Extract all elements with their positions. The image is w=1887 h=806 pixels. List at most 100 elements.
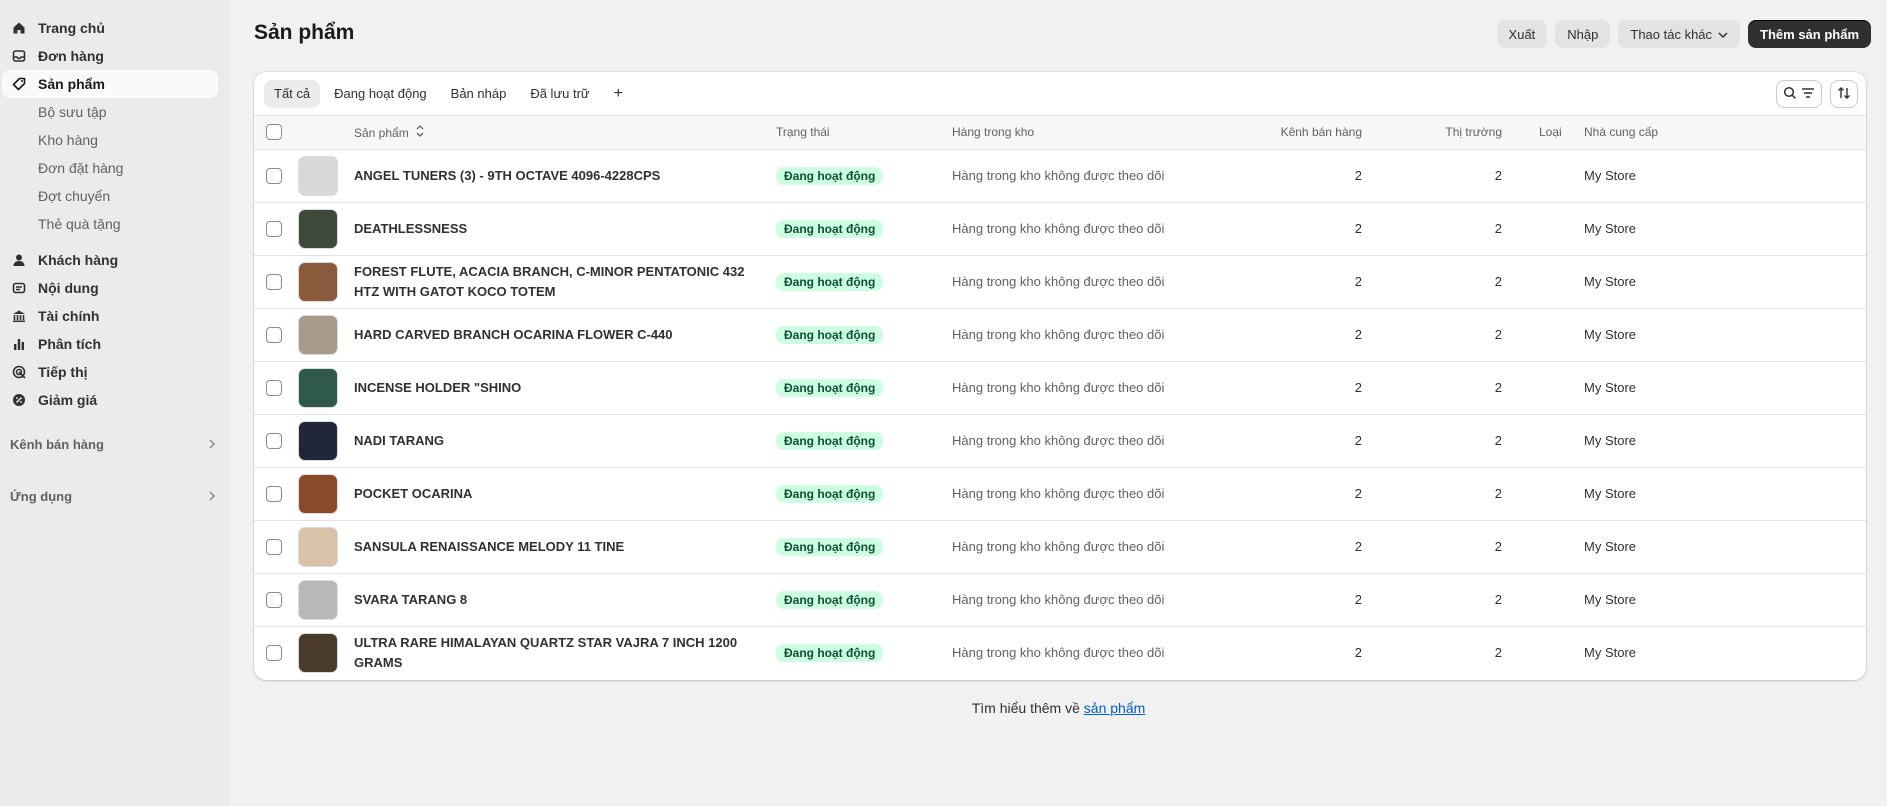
column-header-vendor: Nhà cung cấp — [1584, 116, 1866, 150]
product-name-link[interactable]: INCENSE HOLDER "SHINO — [354, 378, 746, 398]
type-cell — [1502, 202, 1584, 255]
table-row[interactable]: ULTRA RARE HIMALAYAN QUARTZ STAR VAJRA 7… — [254, 626, 1866, 679]
status-badge: Đang hoạt động — [776, 272, 884, 291]
product-thumbnail — [298, 367, 338, 408]
table-row[interactable]: SVARA TARANG 8 Đang hoạt động Hàng trong k… — [254, 573, 1866, 626]
tab-active[interactable]: Đang hoạt động — [324, 80, 437, 108]
type-cell — [1502, 573, 1584, 626]
product-name-link[interactable]: POCKET OCARINA — [354, 484, 746, 504]
channels-cell: 2 — [1354, 433, 1362, 448]
add-view-button[interactable]: + — [604, 80, 633, 108]
header-actions: Xuất Nhập Thao tác khác Thêm sản phẩm — [1496, 20, 1871, 48]
sidebar-item-target[interactable]: Tiếp thị — [2, 358, 218, 386]
markets-cell: 2 — [1494, 168, 1502, 183]
table-row[interactable]: FOREST FLUTE, ACACIA BRANCH, C-MINOR PEN… — [254, 255, 1866, 308]
add-product-button[interactable]: Thêm sản phẩm — [1748, 20, 1871, 48]
sidebar-item-label: Tài chính — [38, 308, 100, 324]
sidebar-item-content[interactable]: Nội dung — [2, 274, 218, 302]
markets-cell: 2 — [1494, 221, 1502, 236]
inventory-cell: Hàng trong kho không được theo dõi — [952, 168, 1165, 183]
row-checkbox[interactable] — [266, 379, 282, 396]
row-checkbox[interactable] — [266, 485, 282, 502]
row-checkbox[interactable] — [266, 220, 282, 237]
sidebar-subitem[interactable]: Bộ sưu tập — [0, 98, 230, 126]
learn-more-text: Tìm hiểu thêm về — [971, 700, 1084, 716]
table-row[interactable]: POCKET OCARINA Đang hoạt động Hàng trong k… — [254, 467, 1866, 520]
sidebar-subitem[interactable]: Đợt chuyển — [0, 182, 230, 210]
import-button[interactable]: Nhập — [1555, 20, 1611, 48]
row-checkbox[interactable] — [266, 432, 282, 449]
vendor-cell: My Store — [1584, 274, 1637, 289]
sidebar-section-label: Ứng dụng — [10, 488, 73, 504]
row-checkbox[interactable] — [266, 326, 282, 343]
product-name-link[interactable]: HARD CARVED BRANCH OCARINA FLOWER C-440 — [354, 325, 746, 345]
product-name-link[interactable]: ANGEL TUNERS (3) - 9TH OCTAVE 4096-4228C… — [354, 166, 746, 186]
inventory-cell: Hàng trong kho không được theo dõi — [952, 274, 1165, 289]
sidebar-item-label: Phân tích — [38, 336, 102, 352]
more-actions-button[interactable]: Thao tác khác — [1618, 20, 1741, 48]
sidebar-subitem[interactable]: Kho hàng — [0, 126, 230, 154]
export-button[interactable]: Xuất — [1496, 20, 1548, 48]
sidebar-item-chart[interactable]: Phân tích — [2, 330, 218, 358]
inventory-cell: Hàng trong kho không được theo dõi — [952, 221, 1165, 236]
sidebar-item-home[interactable]: Trang chủ — [2, 14, 218, 42]
select-all-checkbox[interactable] — [266, 124, 282, 141]
row-checkbox[interactable] — [266, 167, 282, 184]
row-checkbox[interactable] — [266, 591, 282, 608]
channels-cell: 2 — [1354, 486, 1362, 501]
product-thumbnail — [298, 420, 338, 461]
product-name-link[interactable]: SANSULA RENAISSANCE MELODY 11 TINE — [354, 537, 746, 557]
tab-all[interactable]: Tất cả — [264, 79, 321, 108]
column-header-inventory: Hàng trong kho — [952, 116, 1212, 150]
sidebar-item-label: Tiếp thị — [38, 364, 88, 380]
inventory-cell: Hàng trong kho không được theo dõi — [952, 486, 1165, 501]
table-row[interactable]: ANGEL TUNERS (3) - 9TH OCTAVE 4096-4228C… — [254, 149, 1866, 202]
vendor-cell: My Store — [1584, 221, 1637, 236]
row-checkbox[interactable] — [266, 645, 282, 662]
sidebar-section-sales-channels[interactable]: Kênh bán hàng — [10, 430, 216, 458]
table-row[interactable]: DEATHLESSNESS Đang hoạt động Hàng trong kh… — [254, 202, 1866, 255]
inventory-cell: Hàng trong kho không được theo dõi — [952, 539, 1165, 554]
search-icon — [1783, 86, 1797, 103]
type-cell — [1502, 626, 1584, 679]
table-row[interactable]: SANSULA RENAISSANCE MELODY 11 TINE Đang h… — [254, 520, 1866, 573]
sidebar-subitem[interactable]: Đơn đặt hàng — [0, 154, 230, 182]
channels-cell: 2 — [1354, 221, 1362, 236]
product-name-link[interactable]: SVARA TARANG 8 — [354, 590, 746, 610]
table-row[interactable]: HARD CARVED BRANCH OCARINA FLOWER C-440 Đ… — [254, 308, 1866, 361]
sidebar: Trang chủ Đơn hàng Sản phẩm Bộ sưu tập Kho … — [0, 0, 230, 806]
sidebar-item-bank[interactable]: Tài chính — [2, 302, 218, 330]
more-actions-label: Thao tác khác — [1630, 26, 1713, 42]
product-name-link[interactable]: ULTRA RARE HIMALAYAN QUARTZ STAR VAJRA 7… — [354, 633, 746, 673]
sort-icon — [1837, 86, 1851, 103]
status-badge: Đang hoạt động — [776, 537, 884, 556]
tab-draft[interactable]: Bản nháp — [441, 80, 517, 108]
sidebar-subitem[interactable]: Thẻ quà tặng — [0, 210, 230, 238]
tab-archived[interactable]: Đã lưu trữ — [520, 80, 599, 108]
row-checkbox[interactable] — [266, 273, 282, 290]
table-row[interactable]: INCENSE HOLDER "SHINO Đang hoạt động Hàng … — [254, 361, 1866, 414]
sidebar-section-apps[interactable]: Ứng dụng — [10, 482, 216, 510]
learn-more-link[interactable]: sản phẩm — [1084, 700, 1145, 716]
inventory-cell: Hàng trong kho không được theo dõi — [952, 327, 1165, 342]
table-row[interactable]: NADI TARANG Đang hoạt động Hàng trong kho … — [254, 414, 1866, 467]
product-name-link[interactable]: DEATHLESSNESS — [354, 219, 746, 239]
sidebar-item-inbox[interactable]: Đơn hàng — [2, 42, 218, 70]
sidebar-item-person[interactable]: Khách hàng — [2, 246, 218, 274]
product-name-link[interactable]: FOREST FLUTE, ACACIA BRANCH, C-MINOR PEN… — [354, 262, 746, 302]
sidebar-item-tag[interactable]: Sản phẩm — [2, 70, 218, 98]
search-filter-button[interactable] — [1776, 80, 1822, 108]
markets-cell: 2 — [1494, 539, 1502, 554]
type-cell — [1502, 414, 1584, 467]
products-card: Tất cả Đang hoạt động Bản nháp Đã lưu tr… — [254, 72, 1866, 680]
sidebar-item-discount[interactable]: Giảm giá — [2, 386, 218, 414]
learn-more-footer: Tìm hiểu thêm về sản phẩm — [230, 700, 1887, 716]
type-cell — [1502, 520, 1584, 573]
sort-button[interactable] — [1830, 80, 1858, 108]
chart-icon — [12, 337, 32, 351]
column-header-label: Sản phẩm — [354, 125, 409, 140]
row-checkbox[interactable] — [266, 538, 282, 555]
column-header-type: Loại — [1502, 116, 1584, 150]
product-name-link[interactable]: NADI TARANG — [354, 431, 746, 451]
column-header-product[interactable]: Sản phẩm — [354, 116, 776, 150]
